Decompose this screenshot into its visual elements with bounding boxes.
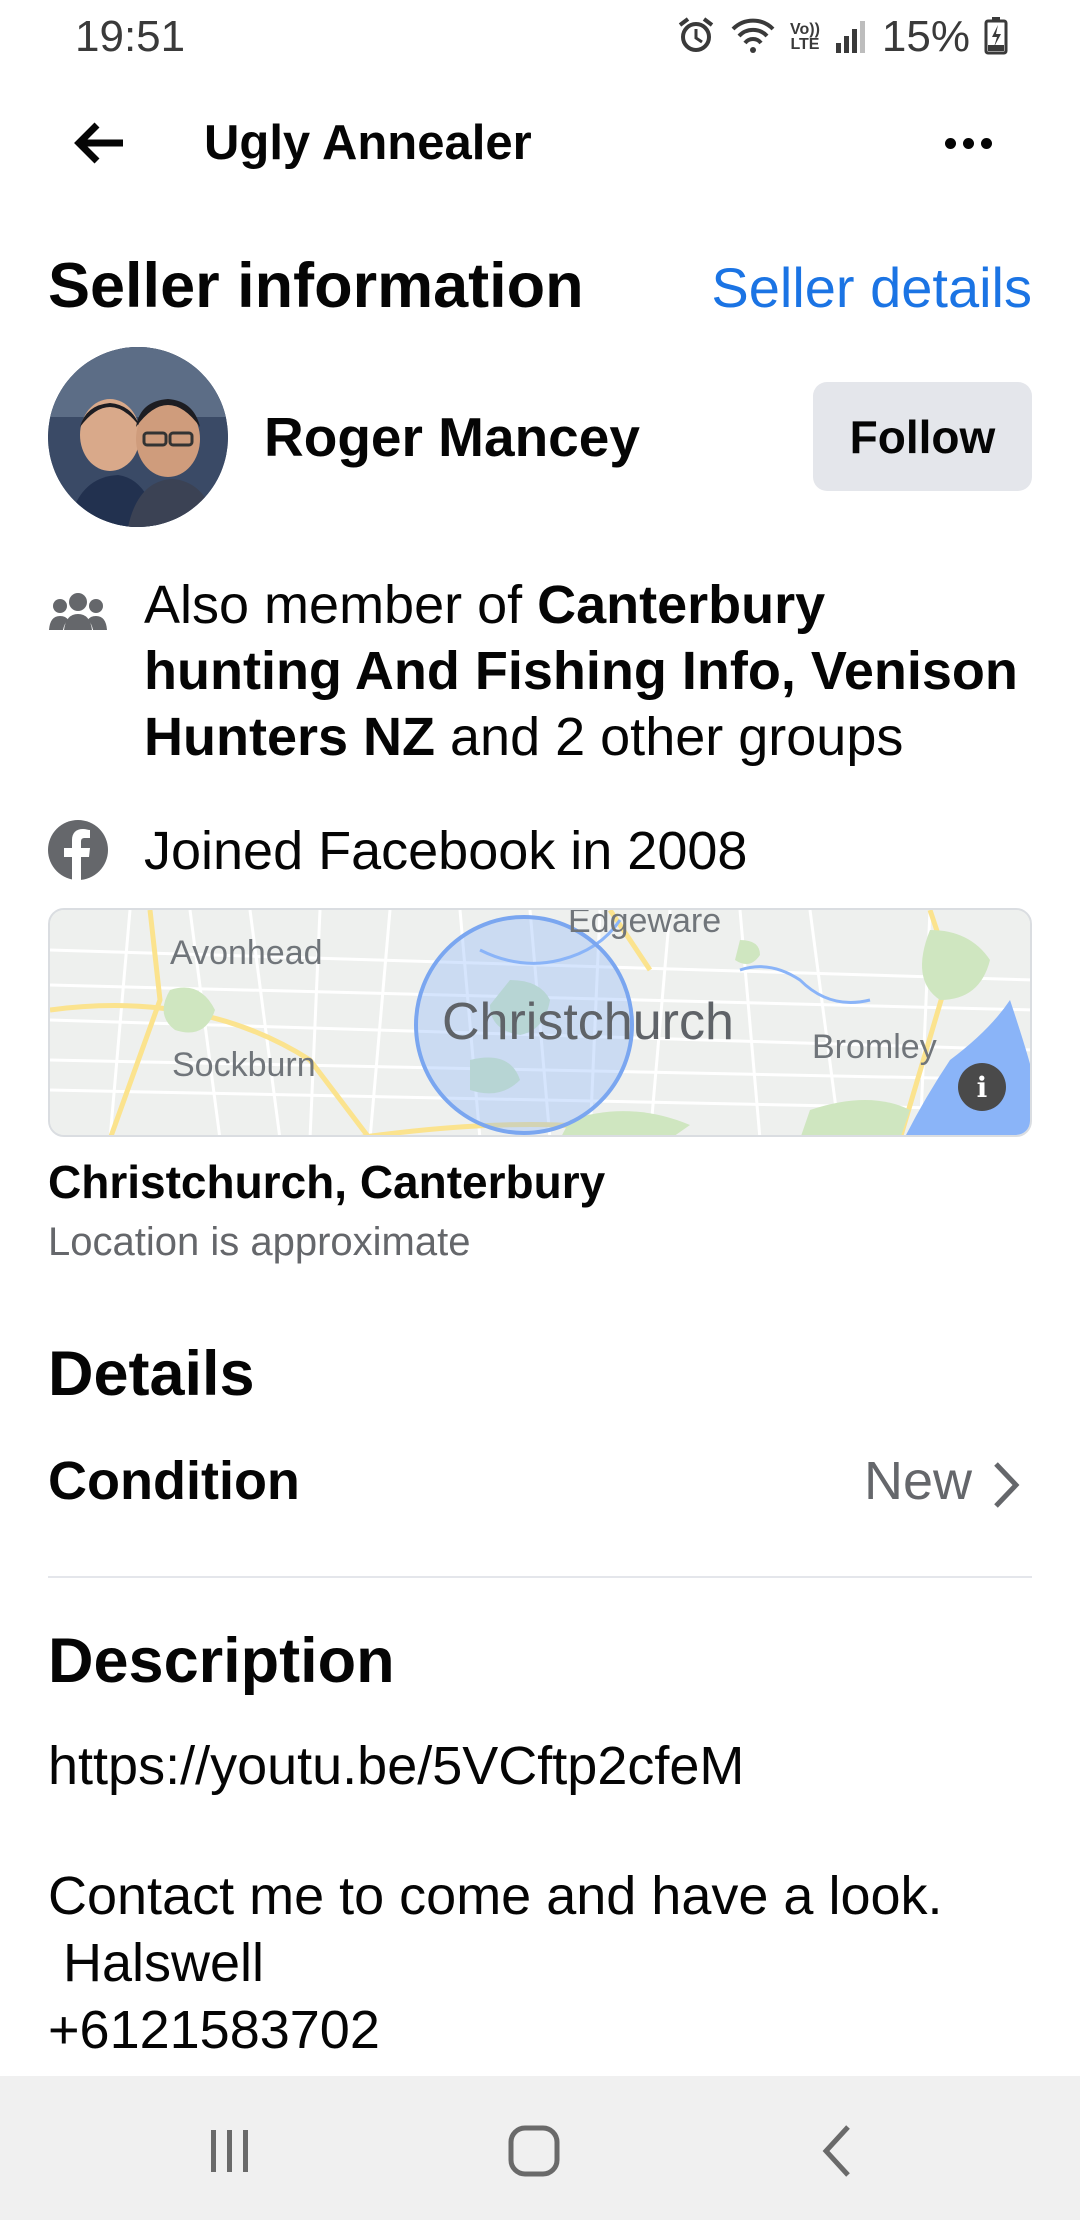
back-button[interactable] [64,115,134,171]
home-icon [508,2125,560,2177]
group-icon [48,582,108,642]
signal-icon [834,15,868,60]
map-label-avonhead: Avonhead [170,934,323,972]
description-line: Halswell [48,1933,265,1993]
seller-details-link[interactable]: Seller details [711,255,1032,320]
home-button[interactable] [494,2116,574,2186]
status-icons: Vo)) LTE 15% [676,12,1008,62]
seller-name[interactable]: Roger Mancey [264,405,640,469]
chevron-left-icon [822,2125,850,2177]
details-heading: Details [48,1339,255,1409]
divider [48,1576,1032,1578]
map-info-icon[interactable]: i [958,1063,1006,1111]
recent-apps-button[interactable] [190,2116,270,2186]
status-bar: 19:51 Vo)) LTE 15% [0,0,1080,78]
location-name: Christchurch, Canterbury [48,1156,606,1208]
battery-percent: 15% [881,12,970,61]
map-label-bromley: Bromley [812,1028,937,1066]
follow-button[interactable]: Follow [813,382,1032,491]
arrow-left-icon [74,122,123,164]
seller-information-heading: Seller information [48,251,584,321]
description-heading: Description [48,1626,395,1696]
joined-row: Joined Facebook in 2008 [48,818,1038,888]
map-label-edgeware: Edgeware [568,908,722,940]
groups-row: Also member of Canterbury hunting And Fi… [48,572,1038,772]
groups-text: Also member of Canterbury hunting And Fi… [144,572,1038,770]
description-line: +6121583702 [48,2000,380,2060]
more-horizontal-icon-dot [944,137,956,149]
groups-suffix: and 2 other groups [435,707,904,767]
more-options-button[interactable] [928,115,1008,171]
condition-value: New [863,1451,972,1511]
more-horizontal-icon-dot [962,137,974,149]
location-map[interactable]: Avonhead Sockburn Edgeware Bromley Chris… [48,908,1032,1137]
battery-charging-icon [984,15,1008,60]
wifi-icon [730,15,776,60]
alarm-icon [676,15,716,60]
back-nav-button[interactable] [798,2116,878,2186]
volte-icon: Vo)) LTE [790,22,820,53]
top-app-bar: Ugly Annealer [0,95,1080,191]
map-city-label: Christchurch [442,993,734,1051]
status-time: 19:51 [75,12,186,61]
avatar[interactable] [48,347,228,527]
description-link[interactable]: https://youtu.be/5VCftp2cfeM [48,1735,744,1797]
listing-title: Ugly Annealer [204,116,532,170]
more-horizontal-icon-dot [980,137,992,149]
condition-label: Condition [48,1451,300,1511]
volte-bottom: LTE [790,36,820,53]
joined-text: Joined Facebook in 2008 [144,821,748,881]
facebook-icon [48,820,108,880]
map-label-sockburn: Sockburn [172,1046,316,1084]
condition-row[interactable]: Condition New [48,1450,1032,1520]
groups-prefix: Also member of [144,575,538,635]
recent-apps-icon [211,2130,248,2172]
description-line: Contact me to come and have a look. [48,1866,943,1926]
location-note: Location is approximate [48,1220,471,1264]
chevron-right-icon [994,1462,1020,1508]
system-nav-bar [0,2076,1080,2220]
